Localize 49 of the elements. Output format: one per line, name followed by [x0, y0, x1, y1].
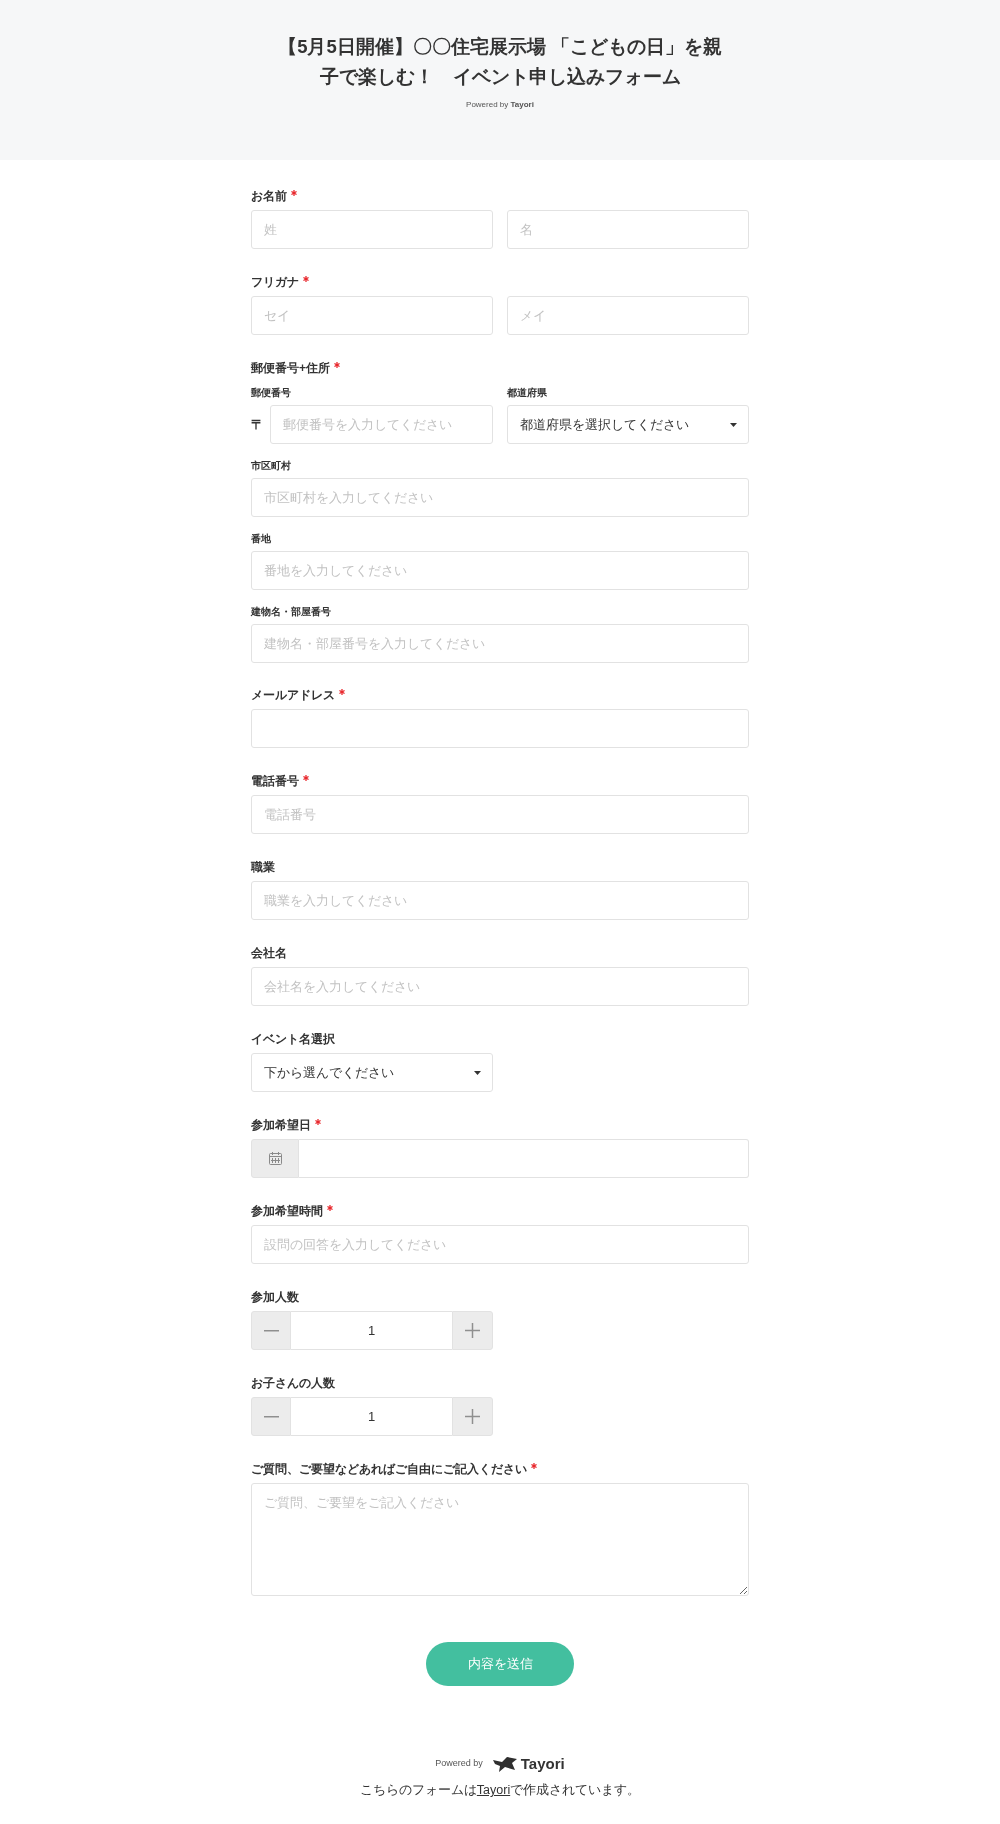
brand-name: Tayori: [520, 1754, 565, 1774]
tayori-link[interactable]: Tayori: [476, 1783, 511, 1797]
field-label: 参加人数: [251, 1289, 299, 1305]
field-label: お名前: [251, 188, 287, 204]
text-input[interactable]: 電話番号: [251, 795, 749, 834]
field-label: イベント名選択: [251, 1031, 335, 1047]
dropdown-select[interactable]: 下から選んでください: [251, 1053, 493, 1092]
field-label: お子さんの人数: [251, 1375, 335, 1391]
increment-button[interactable]: [452, 1311, 493, 1350]
field-label: 参加希望時間: [251, 1203, 323, 1219]
decrement-button[interactable]: [251, 1397, 291, 1436]
number-input[interactable]: 1: [291, 1311, 452, 1350]
calendar-icon: [268, 1152, 282, 1165]
caret-icon: [474, 1070, 481, 1075]
caret-icon: [730, 422, 737, 427]
decrement-button[interactable]: [251, 1311, 291, 1350]
plus-icon: [465, 1323, 480, 1338]
text-input[interactable]: メイ: [507, 296, 749, 335]
powered-by-text: Powered by: [435, 1757, 483, 1771]
powered-by-text: Powered by Tayori: [466, 99, 534, 111]
minus-icon: [263, 1415, 279, 1418]
field-sublabel: 建物名・部屋番号: [251, 605, 331, 619]
calendar-button[interactable]: [251, 1139, 299, 1178]
text-input[interactable]: セイ: [251, 296, 493, 335]
text-input[interactable]: 姓: [251, 210, 493, 249]
increment-button[interactable]: [452, 1397, 493, 1436]
field-label: 郵便番号+住所: [251, 360, 330, 376]
field-label: フリガナ: [251, 274, 299, 290]
form-title: 【5月5日開催】〇〇住宅展示場 「こどもの日」を親子で楽しむ！ イベント申し込みフォーム: [277, 35, 723, 89]
field-label: 電話番号: [251, 773, 299, 789]
minus-icon: [263, 1329, 279, 1332]
field-label: ご質問、ご要望などあればご自由にご記入ください: [251, 1461, 527, 1477]
text-input[interactable]: 名: [507, 210, 749, 249]
date-input[interactable]: [299, 1139, 749, 1178]
field-label: メールアドレス: [251, 687, 335, 703]
field-sublabel: 都道府県: [507, 386, 547, 400]
plus-icon: [465, 1409, 480, 1424]
field-label: 参加希望日: [251, 1117, 311, 1133]
postal-mark: 〒: [251, 416, 265, 433]
dropdown-select[interactable]: 都道府県を選択してください: [507, 405, 749, 444]
credit-text: こちらのフォームはTayoriで作成されています。: [359, 1782, 641, 1798]
field-sublabel: 市区町村: [251, 459, 291, 473]
field-sublabel: 郵便番号: [251, 386, 291, 400]
field-label: 会社名: [251, 945, 287, 961]
field-sublabel: 番地: [251, 532, 271, 546]
logo-icon: [492, 1756, 517, 1772]
field-label: 職業: [251, 859, 275, 875]
text-input[interactable]: [251, 709, 749, 748]
number-input[interactable]: 1: [291, 1397, 452, 1436]
